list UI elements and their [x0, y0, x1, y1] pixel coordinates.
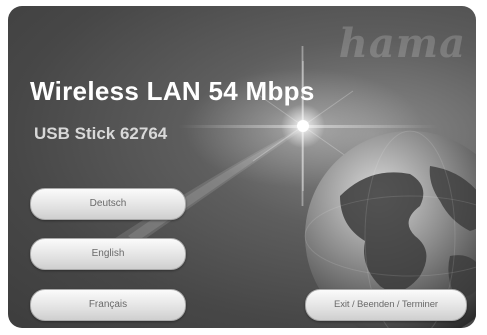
- language-button-english[interactable]: English: [30, 238, 186, 270]
- language-button-francais[interactable]: Français: [30, 289, 186, 321]
- product-title: Wireless LAN 54 Mbps: [30, 76, 315, 106]
- language-button-deutsch[interactable]: Deutsch: [30, 188, 186, 220]
- product-subtitle: USB Stick 62764: [34, 124, 168, 143]
- exit-button[interactable]: Exit / Beenden / Terminer: [305, 289, 467, 321]
- autorun-window: hama Wireless LAN 54 Mbps USB Stick 6276…: [8, 6, 476, 328]
- brand-logo: hama: [338, 20, 466, 67]
